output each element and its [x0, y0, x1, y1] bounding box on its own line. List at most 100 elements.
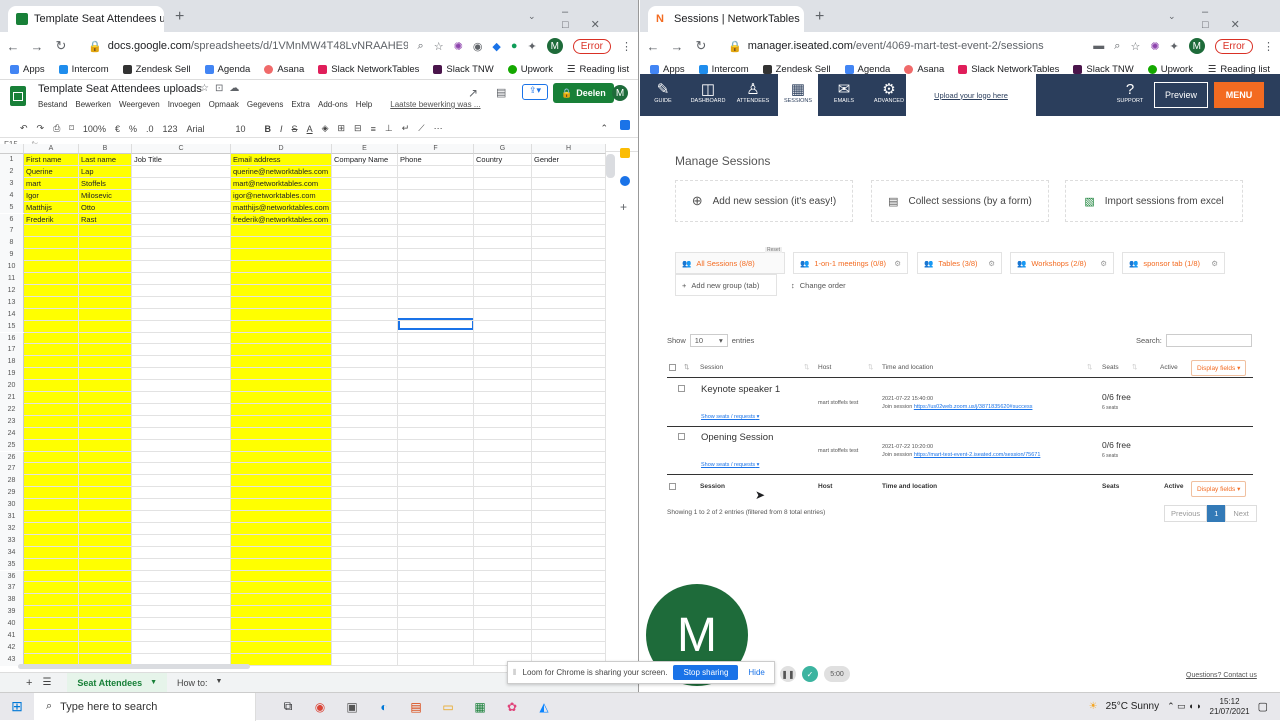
session-title[interactable]: Keynote speaker 1 — [701, 384, 780, 395]
group-sponsor[interactable]: 👥sponsor tab (1/8)⚙ — [1122, 252, 1225, 274]
account-avatar[interactable]: M — [612, 85, 628, 101]
vertical-scrollbar[interactable] — [606, 154, 615, 178]
puzzle-icon[interactable]: ✦ — [1170, 40, 1179, 53]
row-header[interactable]: 14 — [0, 309, 24, 321]
column-header[interactable]: A — [24, 144, 79, 154]
menu-edit[interactable]: Bewerken — [75, 100, 111, 109]
app-icon[interactable]: ✿ — [496, 700, 528, 714]
row-header[interactable]: 34 — [0, 547, 24, 559]
header-cell[interactable]: Company Name — [332, 154, 398, 166]
column-header[interactable]: B — [79, 144, 132, 154]
group-tables[interactable]: 👥Tables (3/8)⚙ — [917, 252, 1002, 274]
store-icon[interactable]: ▣ — [336, 700, 368, 714]
wrap-icon[interactable]: ↵ — [402, 123, 410, 134]
chrome-icon[interactable]: ◉ — [304, 700, 336, 714]
doc-title[interactable]: Template Seat Attendees uploads — [38, 83, 202, 95]
new-tab-icon[interactable]: + — [175, 8, 184, 26]
select-all-checkbox[interactable] — [669, 483, 676, 490]
header-cell[interactable]: Last name — [79, 154, 132, 166]
tasks-icon[interactable] — [620, 176, 630, 186]
profile-avatar[interactable]: M — [1189, 38, 1205, 54]
data-cell[interactable]: frederik@networktables.com — [231, 214, 332, 226]
add-addon-icon[interactable]: + — [620, 200, 638, 214]
column-header[interactable]: D — [231, 144, 332, 154]
next-page[interactable]: Next — [1225, 505, 1256, 522]
row-header[interactable]: 26 — [0, 452, 24, 464]
extension-icon[interactable]: ✺ — [454, 40, 463, 53]
tray-icons[interactable]: ⌃ ▭ ◖ ◗ — [1167, 701, 1201, 712]
office-icon[interactable]: ▤ — [400, 700, 432, 714]
font-size-select[interactable]: 10 — [236, 124, 256, 134]
row-checkbox[interactable] — [678, 385, 685, 392]
row-header[interactable]: 30 — [0, 499, 24, 511]
percent-icon[interactable]: % — [129, 124, 137, 134]
data-cell[interactable]: Querine — [24, 166, 79, 178]
window-controls[interactable]: –□✕ — [1202, 6, 1280, 31]
column-header[interactable]: E — [332, 144, 398, 154]
row-header[interactable]: 41 — [0, 630, 24, 642]
reading-list[interactable]: ☰Reading list — [567, 64, 629, 75]
clock[interactable]: 15:12 21/07/2021 — [1210, 697, 1250, 717]
row-header[interactable]: 23 — [0, 416, 24, 428]
row-header[interactable]: 28 — [0, 475, 24, 487]
data-cell[interactable]: matthijs@networktables.com — [231, 202, 332, 214]
profile-avatar[interactable]: M — [547, 38, 563, 54]
upload-logo-link[interactable]: Upload your logo here — [934, 91, 1008, 100]
data-cell[interactable]: Igor — [24, 190, 79, 202]
header-cell[interactable]: Country — [474, 154, 532, 166]
nav-emails[interactable]: ✉EMAILS — [824, 82, 864, 104]
bookmark-slack-tnw[interactable]: Slack TNW — [433, 64, 493, 75]
row-header[interactable]: 11 — [0, 273, 24, 285]
show-seats-link[interactable]: Show seats / requests ▾ — [701, 414, 759, 420]
strike-icon[interactable]: S — [292, 124, 298, 134]
row-header[interactable]: 32 — [0, 523, 24, 535]
menu-tools[interactable]: Extra — [291, 100, 310, 109]
row-header[interactable]: 15 — [0, 321, 24, 333]
merge-icon[interactable]: ⊟ — [354, 123, 362, 134]
row-header[interactable]: 33 — [0, 535, 24, 547]
data-cell[interactable]: mart — [24, 178, 79, 190]
windows-start-icon[interactable]: ⊞ — [0, 698, 34, 715]
check-icon[interactable]: ✓ — [802, 666, 818, 682]
header-cell[interactable]: Gender — [532, 154, 606, 166]
join-link[interactable]: https://us02web.zoom.us/j/3871835620#suc… — [914, 404, 1033, 410]
row-header[interactable]: 42 — [0, 642, 24, 654]
row-header[interactable]: 19 — [0, 368, 24, 380]
show-seats-link[interactable]: Show seats / requests ▾ — [701, 462, 759, 468]
col-session[interactable]: Session — [700, 364, 723, 371]
row-header[interactable]: 5 — [0, 202, 24, 214]
column-header[interactable]: C — [132, 144, 231, 154]
more-icon[interactable]: ⋯ — [434, 123, 443, 134]
back-icon[interactable]: ← — [6, 39, 20, 54]
reload-icon[interactable]: ↻ — [694, 38, 708, 54]
notification-icon[interactable]: ▢ — [1258, 700, 1268, 713]
zoom-icon[interactable]: ⌕ — [418, 40, 424, 53]
data-cell[interactable]: Matthijs — [24, 202, 79, 214]
row-header[interactable]: 25 — [0, 440, 24, 452]
bookmark-upwork[interactable]: Upwork — [508, 64, 553, 75]
data-cell[interactable]: Lap — [79, 166, 132, 178]
comments-icon[interactable]: ▤ — [496, 86, 506, 99]
menu-addons[interactable]: Add-ons — [318, 100, 348, 109]
data-cell[interactable]: Stoffels — [79, 178, 132, 190]
collapse-icon[interactable]: ⌃ — [600, 123, 608, 134]
group-1on1[interactable]: 👥1-on-1 meetings (0/8)⚙ — [793, 252, 908, 274]
row-header[interactable]: 39 — [0, 606, 24, 618]
previous-page[interactable]: Previous — [1164, 505, 1207, 522]
data-cell[interactable]: Milosevic — [79, 190, 132, 202]
reload-icon[interactable]: ↻ — [54, 38, 68, 54]
bookmark-apps[interactable]: Apps — [10, 64, 45, 75]
sheet-tab-attendees[interactable]: Seat Attendees▼ — [67, 673, 167, 693]
row-header[interactable]: 24 — [0, 428, 24, 440]
add-group-button[interactable]: +Add new group (tab) — [675, 274, 777, 296]
extension-icon[interactable]: ◆ — [492, 40, 500, 53]
reset-badge[interactable]: Reset — [765, 247, 782, 253]
select-all-checkbox[interactable] — [669, 364, 676, 371]
row-checkbox[interactable] — [678, 433, 685, 440]
row-header[interactable]: 21 — [0, 392, 24, 404]
back-icon[interactable]: ← — [646, 39, 660, 54]
logo-upload-area[interactable]: Upload your logo here — [906, 74, 1036, 116]
col-time[interactable]: Time and location — [882, 364, 933, 371]
row-header[interactable]: 3 — [0, 178, 24, 190]
url-bar[interactable]: 🔒 docs.google.com /spreadsheets/d/1VMnMW… — [78, 35, 408, 57]
